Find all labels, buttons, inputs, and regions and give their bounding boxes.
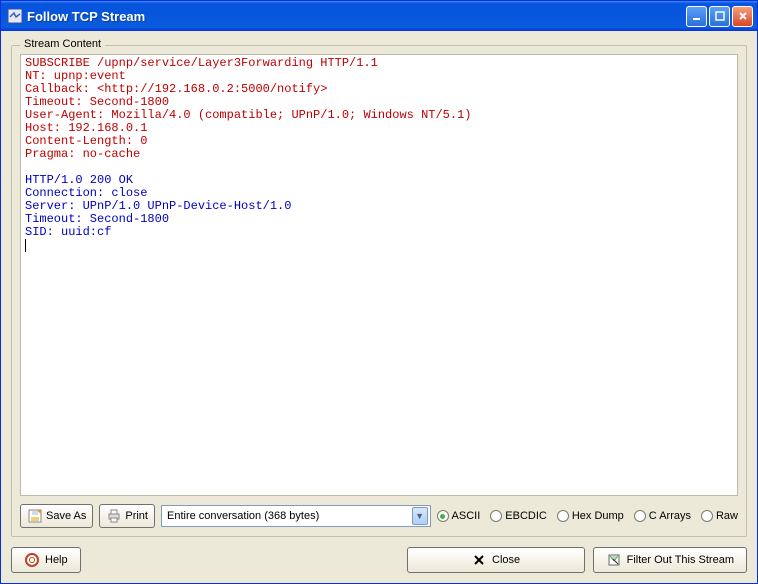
radio-bullet-icon <box>490 510 502 522</box>
save-as-button[interactable]: Save As <box>20 504 93 528</box>
save-icon <box>27 508 43 524</box>
radio-bullet-icon <box>634 510 646 522</box>
dropdown-value: Entire conversation (368 bytes) <box>167 510 412 522</box>
help-icon <box>24 552 40 568</box>
filter-out-button[interactable]: Filter Out This Stream <box>593 547 747 573</box>
text-cursor <box>25 239 26 252</box>
filter-label: Filter Out This Stream <box>627 554 734 566</box>
chevron-down-icon: ▼ <box>412 507 428 525</box>
radio-hexdump[interactable]: Hex Dump <box>557 510 624 522</box>
request-text: SUBSCRIBE /upnp/service/Layer3Forwarding… <box>25 56 471 161</box>
filter-icon <box>606 552 622 568</box>
print-label: Print <box>125 510 148 522</box>
print-button[interactable]: Print <box>99 504 155 528</box>
print-icon <box>106 508 122 524</box>
titlebar: Follow TCP Stream <box>1 1 757 31</box>
radio-carrays[interactable]: C Arrays <box>634 510 691 522</box>
radio-bullet-icon <box>701 510 713 522</box>
radio-ascii[interactable]: ASCII <box>437 510 481 522</box>
close-label: Close <box>492 554 520 566</box>
help-label: Help <box>45 554 68 566</box>
radio-raw[interactable]: Raw <box>701 510 738 522</box>
close-window-button[interactable] <box>732 6 753 27</box>
stream-content-group: Stream Content SUBSCRIBE /upnp/service/L… <box>11 45 747 537</box>
conversation-dropdown[interactable]: Entire conversation (368 bytes) ▼ <box>161 505 431 527</box>
window-title: Follow TCP Stream <box>27 9 686 24</box>
radio-ebcdic[interactable]: EBCDIC <box>490 510 547 522</box>
close-button[interactable]: Close <box>407 547 585 573</box>
save-as-label: Save As <box>46 510 86 522</box>
response-text: HTTP/1.0 200 OK Connection: close Server… <box>25 173 291 239</box>
radio-bullet-icon <box>557 510 569 522</box>
close-icon <box>471 552 487 568</box>
maximize-button[interactable] <box>709 6 730 27</box>
radio-bullet-icon <box>437 510 449 522</box>
stream-text-area[interactable]: SUBSCRIBE /upnp/service/Layer3Forwarding… <box>20 54 738 496</box>
group-label: Stream Content <box>20 38 105 50</box>
app-icon <box>7 8 23 24</box>
minimize-button[interactable] <box>686 6 707 27</box>
help-button[interactable]: Help <box>11 547 81 573</box>
